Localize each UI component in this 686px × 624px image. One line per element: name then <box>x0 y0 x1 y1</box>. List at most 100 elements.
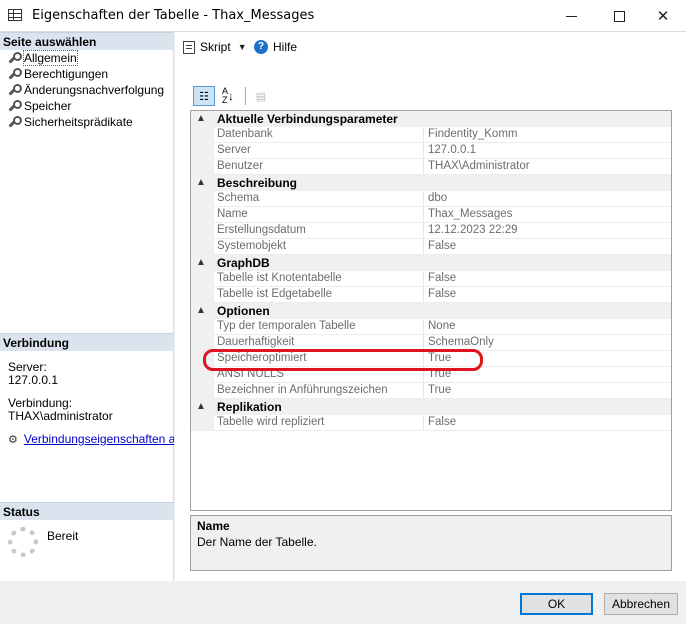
property-value: False <box>428 416 457 428</box>
property-value: dbo <box>428 192 448 204</box>
collapse-icon[interactable]: ▲ <box>196 305 206 316</box>
category-row[interactable]: ▲ Replikation <box>191 399 671 415</box>
row-gutter <box>191 319 214 335</box>
property-row[interactable]: Tabelle ist Edgetabelle False <box>191 287 671 303</box>
row-gutter <box>191 271 214 287</box>
server-value: 127.0.0.1 <box>8 373 59 387</box>
property-value: None <box>428 320 456 332</box>
ok-button[interactable]: OK <box>520 593 593 615</box>
column-divider <box>423 287 424 303</box>
property-row[interactable]: Erstellungsdatum 12.12.2023 22:29 <box>191 223 671 239</box>
property-row[interactable]: Tabelle ist Knotentabelle False <box>191 271 671 287</box>
maximize-icon <box>613 10 625 22</box>
property-name: Dauerhaftigkeit <box>217 336 295 348</box>
description-title: Name <box>197 519 230 533</box>
column-divider <box>423 207 424 223</box>
cancel-button[interactable]: Abbrechen <box>604 593 678 615</box>
main-panel: Skript ▼ ? Hilfe ☷ A Z ↓ ▤ ▲ Aktuelle Verb… <box>175 32 686 581</box>
property-row[interactable]: Schema dbo <box>191 191 671 207</box>
property-row[interactable]: Name Thax_Messages <box>191 207 671 223</box>
page-item-speicher[interactable]: Speicher <box>7 98 71 114</box>
property-row[interactable]: Server 127.0.0.1 <box>191 143 671 159</box>
row-gutter <box>191 127 214 143</box>
connection-link-text: Verbindungseigenschaften anzeigen <box>23 432 174 446</box>
maximize-button[interactable] <box>596 0 642 32</box>
status-value: Bereit <box>47 529 79 543</box>
property-value: False <box>428 240 457 252</box>
category-name: Beschreibung <box>217 176 298 190</box>
property-name: Server <box>217 144 251 156</box>
wrench-icon <box>7 116 22 128</box>
property-value: SchemaOnly <box>428 336 494 348</box>
help-button[interactable]: ? Hilfe <box>254 40 297 54</box>
property-value: Thax_Messages <box>428 208 513 220</box>
property-row[interactable]: Typ der temporalen Tabelle None <box>191 319 671 335</box>
toolbar: Skript ▼ ? Hilfe <box>175 32 686 62</box>
row-gutter <box>191 191 214 207</box>
help-icon: ? <box>254 40 268 54</box>
script-label: Skript <box>200 40 231 54</box>
progress-spinner-icon <box>8 527 38 557</box>
property-name: Schema <box>217 192 260 204</box>
wrench-icon <box>7 52 22 64</box>
page-item-allgemein[interactable]: Allgemein <box>7 50 78 66</box>
category-row[interactable]: ▲ Beschreibung <box>191 175 671 191</box>
column-divider <box>423 143 424 159</box>
page-item-aenderungsnachverfolgung[interactable]: Änderungsnachverfolgung <box>7 82 164 98</box>
collapse-icon[interactable]: ▲ <box>196 257 206 268</box>
category-row[interactable]: ▲ Optionen <box>191 303 671 319</box>
page-item-label: Sicherheitsprädikate <box>24 115 133 129</box>
property-value: Findentity_Komm <box>428 128 518 140</box>
property-name: Bezeichner in Anführungszeichen <box>217 384 388 396</box>
page-item-label: Allgemein <box>23 50 78 66</box>
dialog-footer: OK Abbrechen <box>0 581 686 624</box>
row-gutter <box>191 223 214 239</box>
property-name: Typ der temporalen Tabelle <box>217 320 356 332</box>
property-row[interactable]: Tabelle wird repliziert False <box>191 415 671 431</box>
wrench-icon <box>7 100 22 112</box>
connection-properties-icon: ⚙ <box>8 434 18 446</box>
property-name: Erstellungsdatum <box>217 224 306 236</box>
property-name: Name <box>217 208 248 220</box>
minimize-icon <box>565 15 577 17</box>
wrench-icon <box>7 84 22 96</box>
page-item-sicherheitspraedikate[interactable]: Sicherheitsprädikate <box>7 114 133 130</box>
property-row[interactable]: Datenbank Findentity_Komm <box>191 127 671 143</box>
category-row[interactable]: ▲ Aktuelle Verbindungsparameter <box>191 111 671 127</box>
column-divider <box>423 319 424 335</box>
column-divider <box>423 191 424 207</box>
property-name: Tabelle ist Edgetabelle <box>217 288 333 300</box>
property-row[interactable]: Bezeichner in Anführungszeichen True <box>191 383 671 399</box>
window-title: Eigenschaften der Tabelle - Thax_Message… <box>32 8 315 23</box>
minimize-button[interactable] <box>548 0 594 32</box>
chevron-down-icon[interactable]: ▼ <box>238 42 247 52</box>
alphabetical-view-button[interactable]: A Z ↓ <box>217 86 239 106</box>
collapse-icon[interactable]: ▲ <box>196 177 206 188</box>
row-gutter <box>191 143 214 159</box>
categorized-view-button[interactable]: ☷ <box>193 86 215 106</box>
row-gutter <box>191 207 214 223</box>
property-name: Datenbank <box>217 128 273 140</box>
collapse-icon[interactable]: ▲ <box>196 113 206 124</box>
property-value: 127.0.0.1 <box>428 144 476 156</box>
collapse-icon[interactable]: ▲ <box>196 401 206 412</box>
toolbar-separator <box>245 87 246 105</box>
column-divider <box>423 223 424 239</box>
page-item-label: Berechtigungen <box>24 67 109 81</box>
script-button[interactable]: Skript ▼ <box>183 40 247 54</box>
categorized-icon: ☷ <box>199 90 209 103</box>
property-name: Benutzer <box>217 160 264 172</box>
column-divider <box>423 239 424 255</box>
property-value: False <box>428 288 457 300</box>
row-gutter <box>191 287 214 303</box>
close-button[interactable]: ✕ <box>640 0 686 32</box>
property-value: True <box>428 384 452 396</box>
view-connection-properties-link[interactable]: ⚙ Verbindungseigenschaften anzeigen <box>8 432 174 446</box>
category-name: Aktuelle Verbindungsparameter <box>217 112 398 126</box>
property-row[interactable]: Benutzer THAX\Administrator <box>191 159 671 175</box>
category-row[interactable]: ▲ GraphDB <box>191 255 671 271</box>
title-bar: Eigenschaften der Tabelle - Thax_Message… <box>0 0 686 32</box>
page-item-berechtigungen[interactable]: Berechtigungen <box>7 66 108 82</box>
property-row[interactable]: Systemobjekt False <box>191 239 671 255</box>
property-grid: ▲ Aktuelle Verbindungsparameter Datenban… <box>190 110 672 511</box>
